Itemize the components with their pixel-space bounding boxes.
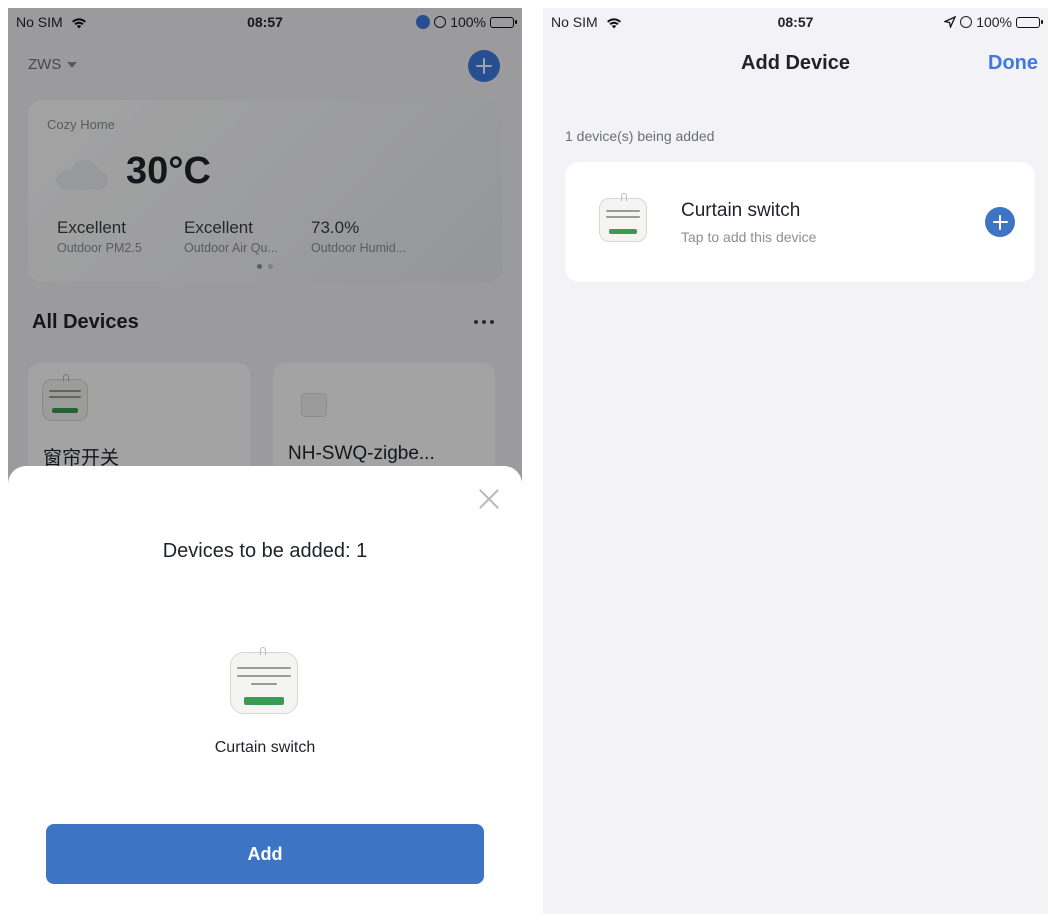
curtain-module-icon bbox=[230, 647, 298, 714]
clock: 08:57 bbox=[777, 14, 814, 30]
right-phone-screen: No SIM 08:57 100% Add Device Done 1 devi… bbox=[543, 8, 1048, 914]
location-icon bbox=[944, 16, 957, 28]
page-title: Add Device bbox=[741, 52, 850, 74]
curtain-module-icon bbox=[599, 193, 647, 242]
add-button[interactable]: Add bbox=[46, 824, 484, 884]
sheet-title: Devices to be added: 1 bbox=[162, 540, 368, 562]
battery-percent: 100% bbox=[976, 14, 1012, 30]
left-phone-screen: No SIM 08:57 100% ZWS Cozy Home 30°C Exc… bbox=[8, 8, 522, 914]
sheet-device-name: Curtain switch bbox=[214, 739, 316, 756]
battery-icon bbox=[1016, 16, 1043, 28]
status-right: 100% bbox=[944, 14, 1043, 30]
nav-bar: Add Device Done bbox=[543, 38, 1048, 90]
alarm-icon bbox=[960, 16, 973, 28]
device-subtitle: Tap to add this device bbox=[681, 229, 817, 245]
wifi-icon bbox=[606, 17, 622, 29]
close-icon[interactable] bbox=[478, 488, 500, 510]
done-button[interactable]: Done bbox=[988, 52, 1038, 75]
device-list-item[interactable]: Curtain switch Tap to add this device bbox=[565, 162, 1035, 282]
carrier-label: No SIM bbox=[551, 14, 622, 30]
status-bar: No SIM 08:57 100% bbox=[543, 8, 1048, 38]
add-device-icon[interactable] bbox=[985, 207, 1015, 237]
device-name: Curtain switch bbox=[681, 200, 801, 221]
carrier-text: No SIM bbox=[551, 14, 598, 30]
devices-being-added-note: 1 device(s) being added bbox=[565, 128, 715, 144]
add-devices-sheet: Devices to be added: 1 Curtain switch Ad… bbox=[8, 466, 522, 914]
